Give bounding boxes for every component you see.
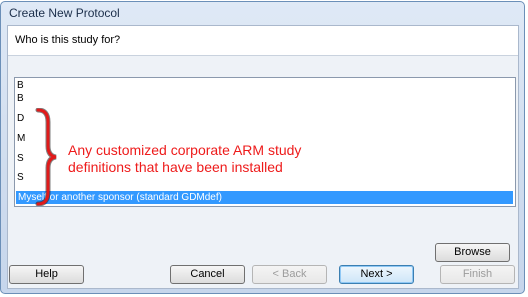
list-item[interactable]: B xyxy=(17,79,24,92)
finish-button[interactable]: Finish xyxy=(440,265,515,284)
list-item-selected[interactable]: Myself or another sponsor (standard GDMd… xyxy=(16,191,513,204)
browse-button[interactable]: Browse xyxy=(435,243,510,262)
header-panel: Who is this study for? xyxy=(8,26,518,56)
help-button[interactable]: Help xyxy=(9,265,84,284)
create-new-protocol-dialog: Create New Protocol Who is this study fo… xyxy=(0,1,525,294)
next-button[interactable]: Next > xyxy=(339,265,414,284)
annotation-line-1: Any customized corporate ARM study xyxy=(68,142,302,158)
cancel-button[interactable]: Cancel xyxy=(170,265,245,284)
study-for-question: Who is this study for? xyxy=(15,34,121,46)
list-item[interactable]: S xyxy=(17,171,24,184)
curly-brace-annotation xyxy=(35,108,57,206)
list-item[interactable]: S xyxy=(17,152,24,165)
list-item[interactable]: B xyxy=(17,92,24,105)
dialog-client-area: Who is this study for? B B D M S S Mysel… xyxy=(7,25,519,289)
list-item[interactable]: M xyxy=(17,132,25,145)
back-button[interactable]: < Back xyxy=(252,265,327,284)
annotation-text: Any customized corporate ARM study defin… xyxy=(68,142,368,176)
annotation-line-2: definitions that have been installed xyxy=(68,159,283,175)
list-item[interactable]: D xyxy=(17,112,24,125)
window-title: Create New Protocol xyxy=(9,6,120,20)
